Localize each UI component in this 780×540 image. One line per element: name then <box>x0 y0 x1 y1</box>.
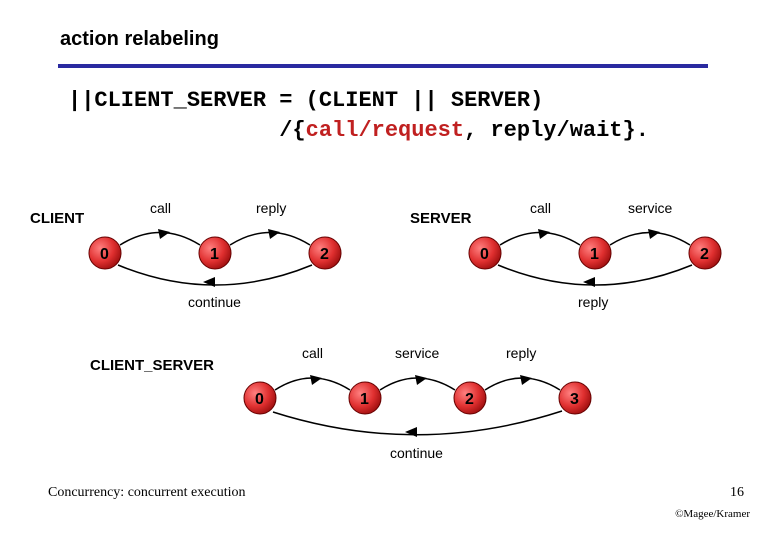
server-state-2: 2 <box>700 246 709 263</box>
cs-state-2: 2 <box>465 391 474 408</box>
code-block: ||CLIENT_SERVER = (CLIENT || SERVER) /{c… <box>68 86 649 145</box>
cs-edge-reply: reply <box>506 345 536 361</box>
cs-label: CLIENT_SERVER <box>90 357 214 374</box>
client-state-2: 2 <box>320 246 329 263</box>
client-edge-continue: continue <box>188 294 241 310</box>
slide-title: action relabeling <box>60 28 219 51</box>
client-state-1: 1 <box>210 246 219 263</box>
server-state-0: 0 <box>480 246 489 263</box>
title-rule <box>58 64 708 68</box>
code-highlight: call/request <box>306 118 464 143</box>
server-label: SERVER <box>410 210 472 227</box>
client-edge-call: call <box>150 200 171 216</box>
footer-text: Concurrency: concurrent execution <box>48 485 245 501</box>
cs-edge-service: service <box>395 345 440 361</box>
client-edge-reply: reply <box>256 200 286 216</box>
server-state-1: 1 <box>590 246 599 263</box>
client-server-graph: CLIENT_SERVER 0 1 2 3 call service reply… <box>90 330 650 470</box>
client-graph: CLIENT 0 1 2 call reply continue <box>20 185 390 315</box>
server-edge-call: call <box>530 200 551 216</box>
client-label: CLIENT <box>30 210 84 227</box>
server-edge-reply: reply <box>578 294 608 310</box>
cs-state-1: 1 <box>360 391 369 408</box>
code-indent: /{ <box>68 118 306 143</box>
cs-state-0: 0 <box>255 391 264 408</box>
code-line-1: ||CLIENT_SERVER = (CLIENT || SERVER) <box>68 88 543 113</box>
server-edge-service: service <box>628 200 673 216</box>
page-number: 16 <box>730 485 744 501</box>
code-tail: , reply/wait}. <box>464 118 649 143</box>
client-state-0: 0 <box>100 246 109 263</box>
cs-edge-call: call <box>302 345 323 361</box>
copyright: ©Magee/Kramer <box>675 508 750 520</box>
cs-state-3: 3 <box>570 391 579 408</box>
server-graph: SERVER 0 1 2 call service reply <box>400 185 770 315</box>
cs-edge-continue: continue <box>390 445 443 461</box>
